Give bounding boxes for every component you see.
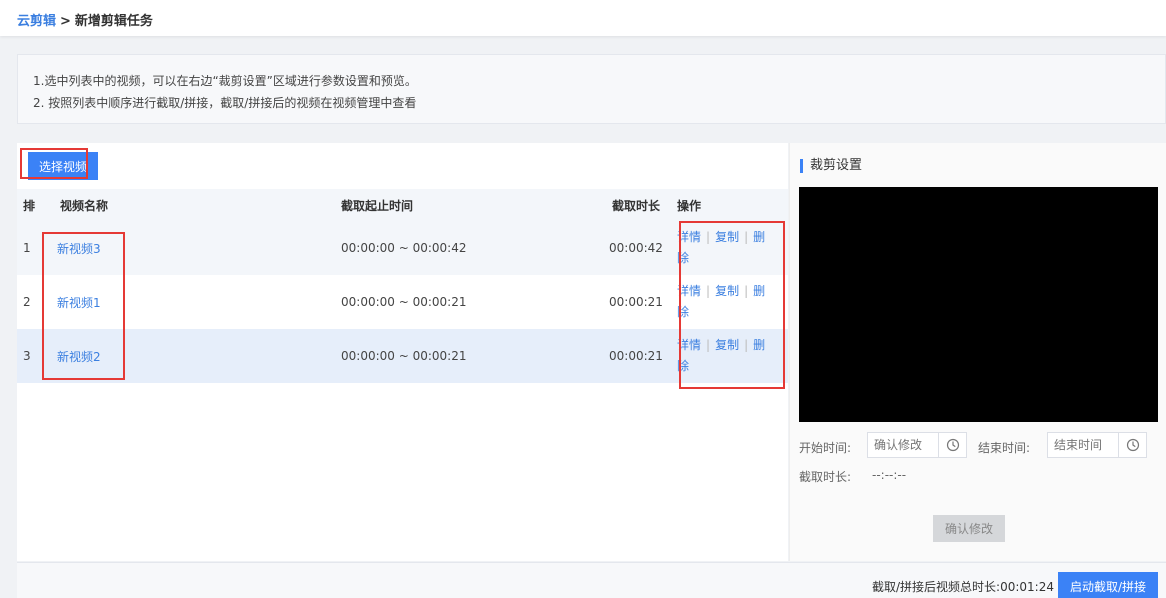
- confirm-edit-button[interactable]: 确认修改: [933, 515, 1005, 542]
- row-time-range: 00:00:00 ~ 00:00:21: [341, 295, 467, 309]
- start-time-input[interactable]: [868, 433, 938, 457]
- row-index: 1: [23, 241, 31, 255]
- header-index: 排: [23, 198, 36, 213]
- video-name-link[interactable]: 新视频1: [57, 296, 101, 310]
- instruction-line-2: 2. 按照列表中顺序进行截取/拼接，截取/拼接后的视频在视频管理中查看: [33, 96, 417, 110]
- row-actions: 详情 | 复制 | 删除: [677, 335, 772, 377]
- breadcrumb: 云剪辑 > 新增剪辑任务: [17, 10, 153, 29]
- video-list-panel: 选择视频 排 视频名称 截取起止时间 截取时长 操作 1 新视频3 00:00:…: [17, 143, 788, 561]
- row-duration: 00:00:21: [609, 349, 663, 363]
- header-name: 视频名称: [60, 198, 109, 213]
- instructions-box: 1.选中列表中的视频，可以在右边“裁剪设置”区域进行参数设置和预览。 2. 按照…: [17, 54, 1166, 124]
- action-divider: |: [706, 284, 711, 298]
- crop-duration-value: --:--:--: [872, 468, 907, 482]
- copy-link[interactable]: 复制: [715, 284, 739, 298]
- table-row[interactable]: 2 新视频1 00:00:00 ~ 00:00:21 00:00:21 详情 | 复…: [17, 275, 788, 329]
- action-divider: |: [706, 338, 711, 352]
- row-actions: 详情 | 复制 | 删除: [677, 281, 772, 323]
- video-name-link[interactable]: 新视频3: [57, 242, 101, 256]
- clock-icon[interactable]: [938, 433, 966, 457]
- end-time-picker[interactable]: [1047, 432, 1147, 458]
- top-bar: 云剪辑 > 新增剪辑任务: [0, 0, 1166, 36]
- row-duration: 00:00:21: [609, 295, 663, 309]
- detail-link[interactable]: 详情: [677, 230, 701, 244]
- start-time-label: 开始时间:: [799, 441, 852, 455]
- total-duration-value: 00:01:24: [1000, 580, 1054, 594]
- detail-link[interactable]: 详情: [677, 284, 701, 298]
- end-time-label: 结束时间:: [978, 441, 1031, 455]
- action-divider: |: [744, 230, 749, 244]
- copy-link[interactable]: 复制: [715, 230, 739, 244]
- header-duration: 截取时长: [612, 198, 661, 213]
- video-preview[interactable]: [799, 187, 1158, 422]
- row-index: 2: [23, 295, 31, 309]
- row-actions: 详情 | 复制 | 删除: [677, 227, 772, 269]
- detail-link[interactable]: 详情: [677, 338, 701, 352]
- crop-settings-title: 裁剪设置: [800, 159, 862, 173]
- row-duration: 00:00:42: [609, 241, 663, 255]
- breadcrumb-separator: >: [60, 14, 71, 29]
- header-actions: 操作: [677, 198, 702, 213]
- clock-icon[interactable]: [1118, 433, 1146, 457]
- start-time-picker[interactable]: [867, 432, 967, 458]
- header-time-range: 截取起止时间: [341, 198, 414, 213]
- row-index: 3: [23, 349, 31, 363]
- total-duration: 截取/拼接后视频总时长:00:01:24: [872, 578, 1054, 595]
- row-time-range: 00:00:00 ~ 00:00:21: [341, 349, 467, 363]
- action-divider: |: [706, 230, 711, 244]
- start-clip-button[interactable]: 启动截取/拼接: [1058, 572, 1158, 598]
- total-duration-label: 截取/拼接后视频总时长:: [872, 580, 1001, 594]
- breadcrumb-current: 新增剪辑任务: [74, 14, 153, 29]
- table-row[interactable]: 1 新视频3 00:00:00 ~ 00:00:42 00:00:42 详情 | 复…: [17, 221, 788, 275]
- table-row[interactable]: 3 新视频2 00:00:00 ~ 00:00:21 00:00:21 详情 | 复…: [17, 329, 788, 383]
- table-header: 排 视频名称 截取起止时间 截取时长 操作: [17, 189, 788, 221]
- select-video-button[interactable]: 选择视频: [28, 152, 98, 180]
- end-time-input[interactable]: [1048, 433, 1118, 457]
- instruction-line-1: 1.选中列表中的视频，可以在右边“裁剪设置”区域进行参数设置和预览。: [33, 74, 417, 88]
- action-divider: |: [744, 284, 749, 298]
- video-name-link[interactable]: 新视频2: [57, 350, 101, 364]
- crop-duration-label: 截取时长:: [799, 470, 852, 484]
- copy-link[interactable]: 复制: [715, 338, 739, 352]
- action-divider: |: [744, 338, 749, 352]
- video-table: 排 视频名称 截取起止时间 截取时长 操作 1 新视频3 00:00:00 ~ …: [17, 189, 788, 383]
- footer-bar: 截取/拼接后视频总时长:00:01:24 启动截取/拼接: [17, 562, 1166, 598]
- row-time-range: 00:00:00 ~ 00:00:42: [341, 241, 467, 255]
- breadcrumb-root-link[interactable]: 云剪辑: [17, 14, 56, 29]
- crop-settings-panel: 裁剪设置 开始时间: 结束时间: 截取时长: --:--:-- 确认修改: [789, 143, 1166, 561]
